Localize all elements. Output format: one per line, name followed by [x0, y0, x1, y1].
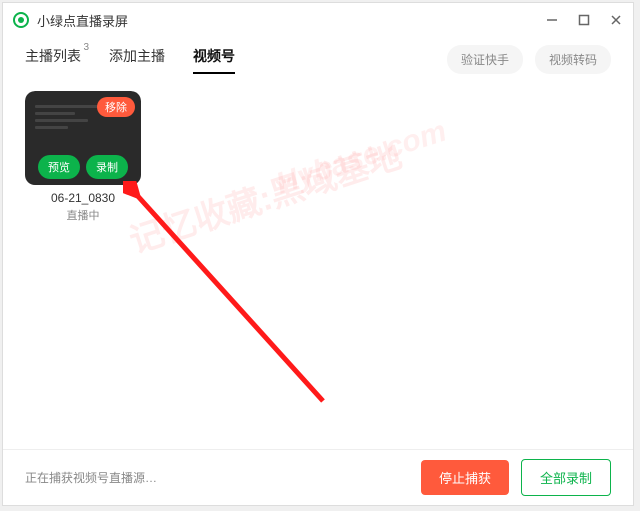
record-all-button[interactable]: 全部录制 [521, 459, 611, 496]
content-area: 移除 预览 录制 06-21_0830 直播中 记忆收藏:黑域基地 Hybase… [3, 81, 633, 449]
thumbnail-placeholder-icon [35, 105, 101, 133]
minimize-icon[interactable] [545, 13, 559, 27]
close-icon[interactable] [609, 13, 623, 27]
window-controls [545, 13, 623, 27]
toolbar-right: 验证快手 视频转码 [447, 45, 611, 74]
stream-status: 直播中 [25, 207, 141, 223]
stream-card[interactable]: 移除 预览 录制 06-21_0830 直播中 [25, 91, 141, 223]
footer-status-text: 正在捕获视频号直播源… [25, 469, 421, 486]
thumbnail-actions: 预览 录制 [31, 155, 135, 179]
record-button[interactable]: 录制 [86, 155, 128, 179]
verify-kuaishou-button[interactable]: 验证快手 [447, 45, 523, 74]
tab-label: 主播列表 [25, 48, 81, 64]
annotation-arrow-icon [123, 181, 343, 411]
tab-video-channel[interactable]: 视频号 [193, 46, 235, 72]
video-transcode-button[interactable]: 视频转码 [535, 45, 611, 74]
stream-name: 06-21_0830 [25, 191, 141, 205]
watermark-text: 记忆收藏:黑域基地 [122, 128, 407, 262]
titlebar: 小绿点直播录屏 [3, 3, 633, 37]
stream-thumbnail: 移除 预览 录制 [25, 91, 141, 185]
tabbar: 主播列表 3 添加主播 视频号 验证快手 视频转码 [3, 37, 633, 81]
tab-badge: 3 [83, 42, 89, 53]
app-window: 小绿点直播录屏 主播列表 3 添加主播 视频号 验证快手 视频转码 [2, 2, 634, 506]
stop-capture-button[interactable]: 停止捕获 [421, 460, 509, 495]
app-title: 小绿点直播录屏 [37, 11, 545, 30]
footer: 正在捕获视频号直播源… 停止捕获 全部录制 [3, 449, 633, 505]
watermark-url: Hybase.com [272, 115, 451, 202]
tab-label: 添加主播 [109, 48, 165, 64]
app-logo-icon [13, 12, 29, 28]
tab-label: 视频号 [193, 48, 235, 64]
maximize-icon[interactable] [577, 13, 591, 27]
remove-button[interactable]: 移除 [97, 97, 135, 117]
preview-button[interactable]: 预览 [38, 155, 80, 179]
tab-anchor-list[interactable]: 主播列表 3 [25, 46, 81, 72]
tab-add-anchor[interactable]: 添加主播 [109, 46, 165, 72]
